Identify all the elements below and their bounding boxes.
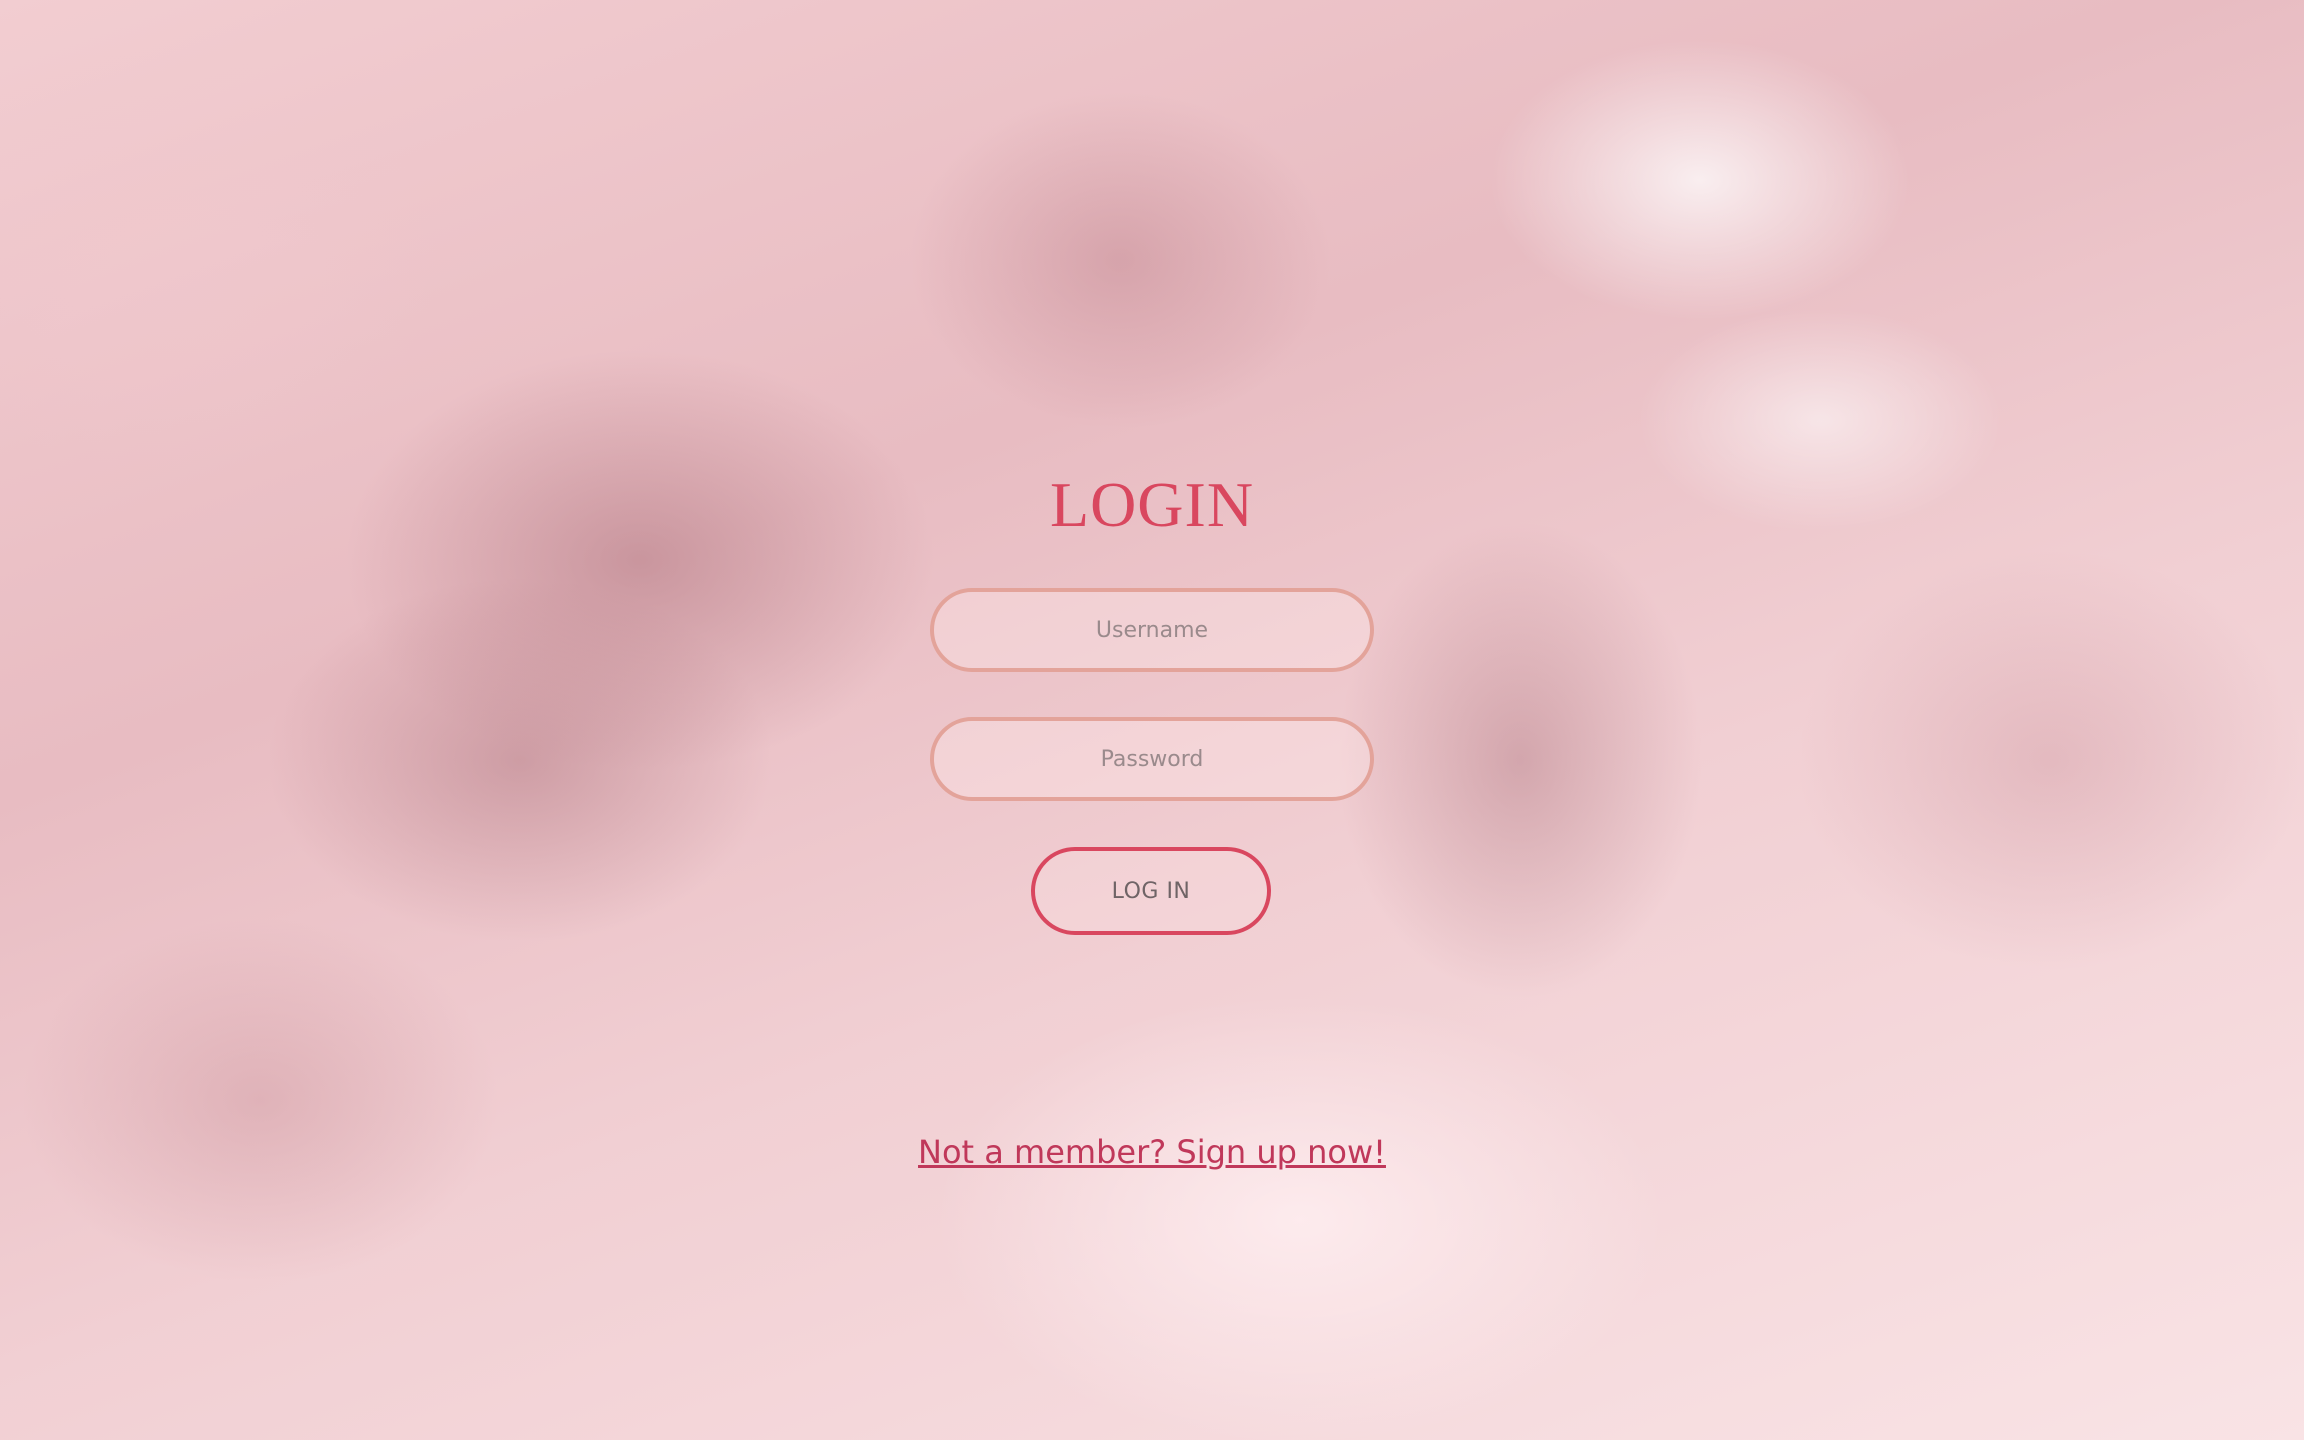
password-input[interactable] (930, 717, 1374, 801)
login-button[interactable]: LOG IN (1031, 847, 1271, 935)
signup-link-container: Not a member? Sign up now! (0, 1132, 2304, 1172)
login-form: LOGIN LOG IN Not a member? Sign up now! (0, 0, 2304, 1440)
page-title: LOGIN (1049, 469, 1255, 540)
signup-link[interactable]: Not a member? Sign up now! (918, 1133, 1386, 1171)
username-input[interactable] (930, 588, 1374, 672)
